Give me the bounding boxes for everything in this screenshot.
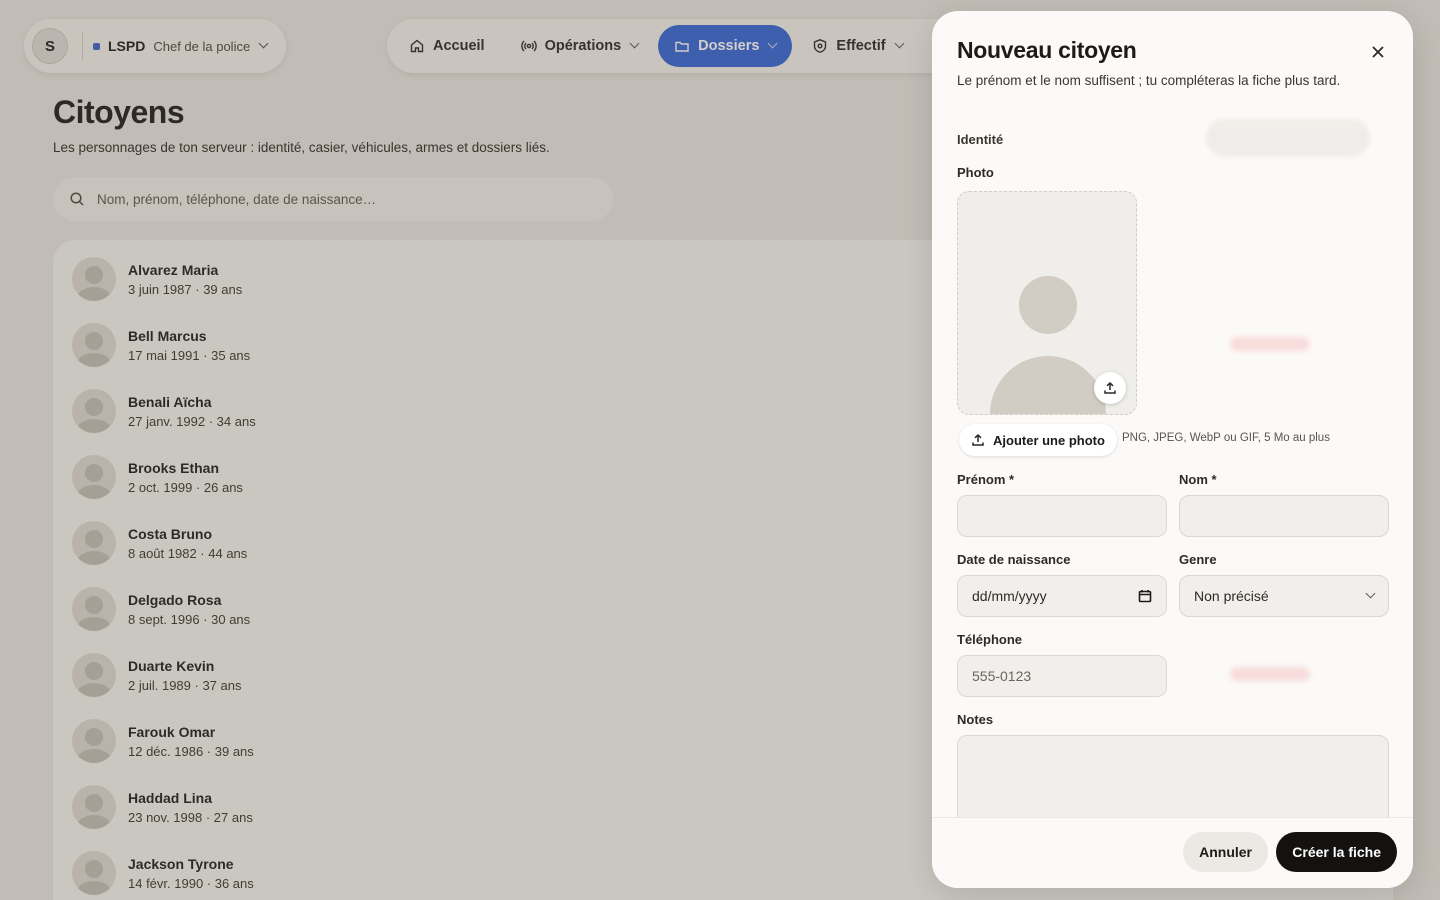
genre-value: Non précisé	[1194, 588, 1269, 604]
create-button[interactable]: Créer la fiche	[1276, 832, 1397, 872]
prenom-label: Prénom *	[957, 472, 1015, 487]
photo-hint: PNG, JPEG, WebP ou GIF, 5 Mo au plus	[1122, 432, 1330, 444]
photo-upload-button[interactable]	[1094, 372, 1126, 404]
upload-icon	[972, 433, 984, 446]
upload-icon	[1104, 381, 1116, 394]
avatar-placeholder-head	[1019, 276, 1077, 334]
genre-select[interactable]: Non précisé	[1179, 575, 1389, 617]
nom-label: Nom *	[1179, 472, 1217, 487]
phone-input[interactable]	[972, 668, 1152, 684]
add-photo-button[interactable]: Ajouter une photo	[959, 424, 1117, 456]
phone-label: Téléphone	[957, 632, 1023, 647]
notes-label: Notes	[957, 712, 994, 727]
calendar-icon[interactable]	[1138, 589, 1152, 603]
prenom-field[interactable]	[957, 495, 1167, 537]
photo-label: Photo	[957, 165, 994, 180]
blurred-background-badge	[1230, 337, 1310, 351]
dob-label: Date de naissance	[957, 552, 1071, 567]
chevron-down-icon	[1365, 588, 1376, 598]
cancel-button[interactable]: Annuler	[1183, 832, 1268, 872]
dob-placeholder: dd/mm/yyyy	[972, 588, 1047, 604]
new-citizen-drawer: Nouveau citoyen Le prénom et le nom suff…	[932, 11, 1413, 888]
avatar-placeholder-body	[990, 356, 1106, 414]
drawer-description: Le prénom et le nom suffisent ; tu compl…	[957, 73, 1341, 88]
drawer-footer: Annuler Créer la fiche	[932, 817, 1413, 888]
dob-field[interactable]: dd/mm/yyyy	[957, 575, 1167, 617]
add-photo-label: Ajouter une photo	[993, 432, 1105, 448]
nom-input[interactable]	[1194, 508, 1374, 524]
prenom-input[interactable]	[972, 508, 1152, 524]
nom-field[interactable]	[1179, 495, 1389, 537]
section-identity: Identité	[957, 132, 1004, 147]
photo-dropzone[interactable]	[957, 191, 1137, 415]
phone-field[interactable]	[957, 655, 1167, 697]
blurred-background-badge	[1230, 667, 1310, 681]
genre-label: Genre	[1179, 552, 1217, 567]
blurred-background-button	[1206, 119, 1370, 157]
close-button[interactable]	[1365, 39, 1391, 65]
drawer-title: Nouveau citoyen	[957, 37, 1137, 63]
close-icon	[1372, 46, 1384, 58]
